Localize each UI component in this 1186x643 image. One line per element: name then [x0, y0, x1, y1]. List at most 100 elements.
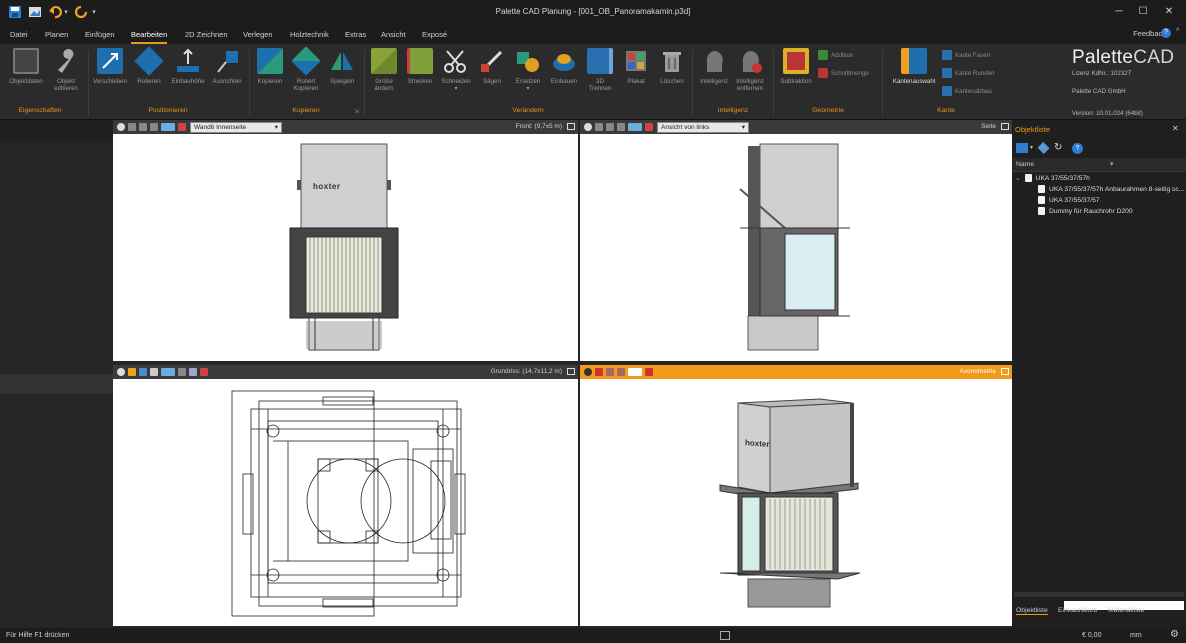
subtraktion-button[interactable]: Subtraktion [777, 48, 815, 85]
menu-2d-zeichnen[interactable]: 2D Zeichnen [185, 30, 228, 39]
addition-button[interactable]: Addition [818, 50, 853, 60]
layer-icon[interactable] [645, 123, 653, 131]
menu-einfuegen[interactable]: Einfügen [85, 30, 115, 39]
layer-icon[interactable] [617, 368, 625, 376]
groesse-aendern-button[interactable]: Größe ändern [365, 48, 403, 92]
schneiden-button[interactable]: Schneiden ▾ [437, 48, 475, 92]
einbauen-button[interactable]: Einbauen [545, 48, 583, 85]
tree-item[interactable]: UKA 37/55/37/57h Anbaurahmen 8-seitig sc… [1038, 185, 1184, 193]
front-viewport[interactable]: hoxter [113, 134, 578, 361]
zoom-icon[interactable] [117, 368, 125, 376]
display-mode-icon[interactable] [628, 123, 642, 131]
maximize-view-icon[interactable] [567, 368, 575, 375]
minimize-icon[interactable]: ─ [1108, 2, 1130, 20]
intelligenz-entfernen-button[interactable]: Intelligenz entfernen [731, 48, 769, 92]
side-viewport[interactable] [580, 134, 1012, 361]
refresh-icon[interactable]: ↻ [1054, 142, 1062, 153]
verschieben-button[interactable]: Verschieben [91, 48, 129, 85]
maximize-view-icon[interactable] [1001, 123, 1009, 130]
color-icon[interactable] [200, 368, 208, 376]
render-icon[interactable] [606, 368, 614, 376]
camera-icon[interactable] [150, 368, 158, 376]
zoom-icon[interactable] [584, 368, 592, 376]
strecken-button[interactable]: Strecken [401, 48, 439, 85]
help-icon[interactable]: ? [1072, 143, 1083, 154]
menu-expose[interactable]: Exposé [422, 30, 447, 39]
render-icon[interactable] [617, 123, 625, 131]
menu-verlegen[interactable]: Verlegen [243, 30, 273, 39]
kantenauswahl-button[interactable]: Kantenauswahl [890, 48, 938, 85]
pan-icon[interactable] [128, 123, 136, 131]
help-icon[interactable]: ? [1161, 28, 1171, 38]
zoom-icon[interactable] [117, 123, 125, 131]
layer-icon[interactable] [178, 123, 186, 131]
ersetzen-button[interactable]: Ersetzen ▾ [509, 48, 547, 92]
ribbon-collapse-icon[interactable]: ^ [1176, 28, 1179, 35]
orbit-icon[interactable] [595, 368, 603, 376]
top-viewport[interactable] [113, 379, 578, 626]
3d-trennen-button[interactable]: 3D Trennen [581, 48, 619, 92]
close-panel-icon[interactable]: ✕ [1172, 124, 1179, 133]
render-icon[interactable] [178, 368, 186, 376]
menu-ansicht[interactable]: Ansicht [381, 30, 406, 39]
tree-item-root[interactable]: ⌄ UKA 37/55/37/57h [1015, 174, 1090, 182]
objektliste-header[interactable]: Name ▾ [1012, 158, 1186, 172]
display-mode-icon[interactable] [161, 123, 175, 131]
iso-viewport[interactable]: hoxter [580, 379, 1012, 626]
settings-gear-icon[interactable]: ⚙ [1170, 629, 1179, 640]
horizontal-scrollbar[interactable] [1014, 592, 1184, 597]
tab-materialliste[interactable]: Materialliste [1108, 607, 1144, 614]
rotieren-button[interactable]: Rotieren [130, 46, 168, 85]
kopieren-dialog-launcher-icon[interactable]: ⇲ [354, 108, 359, 115]
status-unit[interactable]: mm [1130, 632, 1142, 639]
menu-planen[interactable]: Planen [45, 30, 68, 39]
filter-icon[interactable] [1016, 143, 1028, 153]
zoom-icon[interactable] [584, 123, 592, 131]
kopieren-button[interactable]: Kopieren [251, 48, 289, 85]
maximize-view-icon[interactable] [1001, 368, 1009, 375]
status-price: € 0,00 [1082, 632, 1102, 639]
kante-runden-button[interactable]: Kante Runden [942, 68, 995, 78]
sort-icon[interactable]: ▾ [1110, 160, 1114, 168]
menu-extras[interactable]: Extras [345, 30, 366, 39]
ausrichten-button[interactable]: Ausrichten [208, 48, 246, 85]
tree-item[interactable]: UKA 37/55/37/57 [1038, 196, 1100, 204]
tag-icon[interactable] [1037, 142, 1050, 154]
objekt-editieren-button[interactable]: Objekt editieren [47, 48, 85, 92]
plakat-button[interactable]: Plakat [617, 48, 655, 85]
render-icon[interactable] [150, 123, 158, 131]
filter-dropdown-icon[interactable]: ▾ [1030, 144, 1033, 151]
expand-icon[interactable]: ⌄ [1015, 174, 1021, 182]
maximize-view-icon[interactable] [567, 123, 575, 130]
objektdaten-button[interactable]: Objektdaten [7, 48, 45, 85]
color-icon[interactable] [645, 368, 653, 376]
close-icon[interactable]: ✕ [1158, 2, 1180, 20]
view-icon[interactable] [606, 123, 614, 131]
tab-einkaufskorb[interactable]: Einkaufskorb [1058, 607, 1097, 614]
pan-icon[interactable] [595, 123, 603, 131]
menu-holztechnik[interactable]: Holztechnik [290, 30, 329, 39]
menu-bearbeiten[interactable]: Bearbeiten [131, 30, 168, 44]
display-mode-icon[interactable] [628, 368, 642, 376]
loeschen-button[interactable]: Löschen [653, 48, 691, 85]
maximize-icon[interactable]: ☐ [1132, 2, 1154, 20]
print-icon[interactable] [128, 368, 136, 376]
front-view-select[interactable]: Wand6 Innenseite ▾ [190, 121, 282, 133]
object-icon[interactable] [189, 368, 197, 376]
spiegeln-button[interactable]: Spiegeln [323, 48, 361, 85]
einbauhoehe-button[interactable]: Einbauhöhe [169, 48, 207, 85]
kante-fasen-button[interactable]: Kante Fasen [942, 50, 990, 60]
grid-icon[interactable] [720, 631, 730, 640]
kantenabbau-button[interactable]: Kantenabbau [942, 86, 992, 96]
saegen-button[interactable]: Sägen [473, 48, 511, 85]
side-view-select[interactable]: Ansicht von links ▾ [657, 121, 749, 133]
menu-datei[interactable]: Datei [10, 30, 28, 39]
tree-item[interactable]: Dummy für Rauchrohr D200 [1038, 207, 1133, 215]
rotiert-kopieren-button[interactable]: Rotiert Kopieren [287, 46, 325, 92]
layer-icon[interactable] [139, 368, 147, 376]
display-mode-icon[interactable] [161, 368, 175, 376]
view-icon[interactable] [139, 123, 147, 131]
schnittmenge-button[interactable]: Schnittmenge [818, 68, 869, 78]
tab-objektliste[interactable]: Objektliste [1016, 607, 1048, 615]
intelligenz-button[interactable]: Intelligenz [695, 48, 733, 85]
